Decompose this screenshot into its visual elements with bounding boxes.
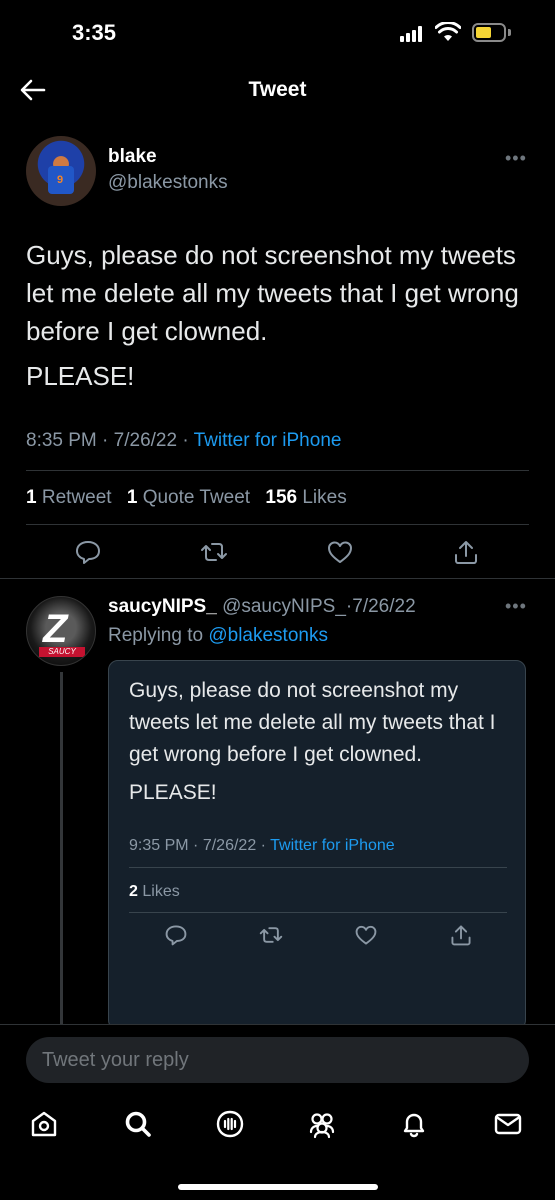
avatar[interactable]: 9 [26,136,96,206]
cellular-signal-icon [400,26,426,42]
divider [26,470,529,471]
tweet-source-link[interactable]: Twitter for iPhone [194,430,342,451]
reply-author-handle[interactable]: @saucyNIPS_ [222,596,346,617]
divider [26,524,529,525]
screenshot-card: Guys, please do not screenshot my tweets… [108,660,526,1030]
status-time: 3:35 [72,20,117,45]
tweet-text-line2: PLEASE! [26,361,135,391]
tweet-stats: 1 Retweet 1 Quote Tweet 156 Likes [26,487,357,509]
mention-link[interactable]: @blakestonks [208,625,328,646]
like-icon[interactable] [326,538,354,566]
reply-header: saucyNIPS_ @saucyNIPS_·7/26/22 [108,596,416,617]
home-indicator [178,1184,378,1190]
tweet-actions [0,538,555,568]
share-icon[interactable] [452,538,480,566]
reply-author-name[interactable]: saucyNIPS_ [108,596,217,617]
tab-bar [0,1096,555,1200]
messages-icon[interactable] [492,1108,524,1140]
quoted-likes: 2 Likes [129,883,180,900]
communities-icon[interactable] [306,1108,338,1140]
spaces-icon[interactable] [214,1108,246,1140]
thread-line [60,672,63,1027]
author-handle[interactable]: @blakestonks [108,172,228,194]
quote-tweets-stat[interactable]: 1 Quote Tweet [127,487,250,508]
tweet-text: Guys, please do not screenshot my tweets… [26,240,519,346]
tweet-meta: 8:35 PM · 7/26/22 · Twitter for iPhone [26,430,342,451]
tweet-date: 7/26/22 [113,430,178,451]
retweet-icon [259,927,283,943]
reply-composer [0,1024,555,1096]
quoted-text-line2: PLEASE! [129,781,217,804]
tweet-time: 8:35 PM [26,430,97,451]
retweet-icon[interactable] [200,538,228,566]
status-bar: 3:35 [0,0,555,62]
top-nav: Tweet [0,62,555,118]
retweets-stat[interactable]: 1 Retweet [26,487,112,508]
home-icon[interactable] [28,1108,60,1140]
more-options-icon[interactable]: ••• [505,148,527,169]
reply-icon[interactable] [74,538,102,566]
like-icon [355,925,377,945]
likes-stat[interactable]: 156 Likes [265,487,346,508]
notifications-icon[interactable] [398,1108,430,1140]
search-icon[interactable] [122,1108,154,1140]
page-title: Tweet [248,78,307,101]
author-name[interactable]: blake [108,146,157,168]
share-icon [451,925,471,946]
quoted-meta: 9:35 PM · 7/26/22 · Twitter for iPhone [129,837,395,854]
reply-input[interactable] [26,1037,529,1083]
reply-icon [165,925,187,946]
quoted-text: Guys, please do not screenshot my tweets… [129,679,496,766]
wifi-icon [435,22,461,41]
more-options-icon[interactable]: ••• [505,596,527,617]
jersey-number: 9 [57,174,64,186]
battery-icon [472,23,506,42]
divider [0,578,555,579]
reply-date: 7/26/22 [352,596,416,617]
avatar[interactable]: Z SAUCY [26,596,96,666]
replying-to: Replying to @blakestonks [108,625,328,646]
